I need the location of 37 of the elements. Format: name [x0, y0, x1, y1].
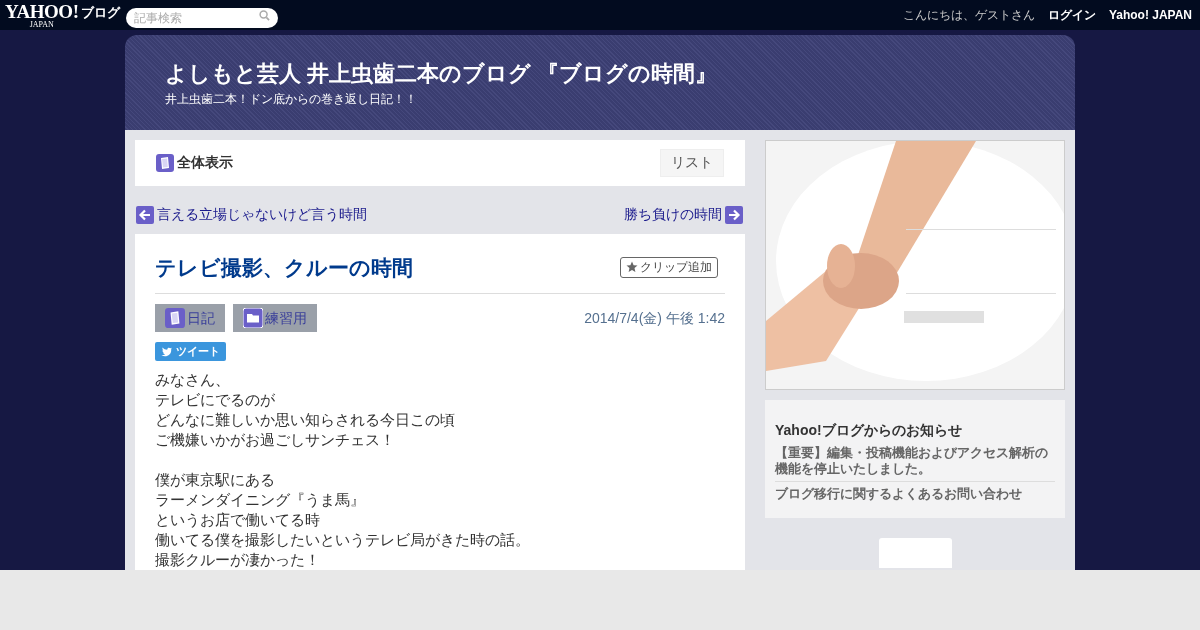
- body-text-line: テレビにでるのが: [155, 390, 276, 410]
- folder-icon: [243, 308, 263, 328]
- service-name: ブログ: [80, 4, 120, 22]
- body-text-line: というお店で働いてる時: [155, 510, 321, 530]
- blog-subtitle: 井上虫歯二本！ドン底からの巻き返し日記！！: [165, 91, 418, 108]
- view-label: 全体表示: [177, 153, 233, 173]
- header-link[interactable]: ログイン: [1047, 6, 1096, 24]
- search-field[interactable]: 記事検索: [125, 8, 278, 28]
- category-tag[interactable]: 練習用: [233, 304, 317, 332]
- body-text-line: ご機嫌いかがお過ごしサンチェス！: [155, 430, 396, 450]
- star-icon: [626, 261, 638, 274]
- previous-post-link[interactable]: 言える立場じゃないけど言う時間: [136, 204, 367, 225]
- search-icon[interactable]: [258, 9, 270, 21]
- body-text-line: どんなに難しいか思い知らされる今日この頃: [155, 410, 456, 430]
- book-icon: [165, 308, 185, 328]
- bird-icon: [161, 346, 172, 357]
- left-arrow-icon: [136, 205, 154, 224]
- blog-title[interactable]: よしもと芸人 井上虫歯二本のブログ 『ブログの時間』: [165, 60, 1075, 88]
- right-arrow-icon: [725, 205, 743, 224]
- header-link[interactable]: Yahoo! JAPAN: [1108, 6, 1192, 24]
- body-text-line: 働いてる僕を撮影したいというテレビ局がきた時の話。: [155, 530, 531, 550]
- list-button[interactable]: リスト: [660, 148, 724, 177]
- logo[interactable]: YAHOO!: [5, 1, 79, 21]
- post-date: 2014/7/4(金) 午後 1:42: [584, 308, 725, 328]
- greeting: こんにちは、ゲストさん: [902, 7, 1035, 24]
- clip-button[interactable]: クリップ追加: [620, 256, 718, 278]
- next-post-link[interactable]: 勝ち負けの時間: [624, 204, 743, 225]
- body-text-line: 僕が東京駅にある: [155, 470, 276, 490]
- body-text-line: 撮影クルーが凄かった！: [155, 550, 321, 570]
- article-title: テレビ撮影、クルーの時間: [155, 254, 413, 281]
- notice-link[interactable]: ブログ移行に関するよくあるお問い合わせ: [775, 481, 1055, 506]
- notice-title: Yahoo!ブログからのお知らせ: [775, 421, 963, 440]
- book-icon: [156, 153, 174, 172]
- body-text-line: ラーメンダイニング『うま馬』: [155, 490, 366, 510]
- notice-link[interactable]: 【重要】編集・投稿機能およびアクセス解析の機能を停止いたしました。: [775, 441, 1055, 481]
- body-text-line: みなさん、: [155, 370, 231, 390]
- logo-subtitle: JAPAN: [29, 20, 54, 29]
